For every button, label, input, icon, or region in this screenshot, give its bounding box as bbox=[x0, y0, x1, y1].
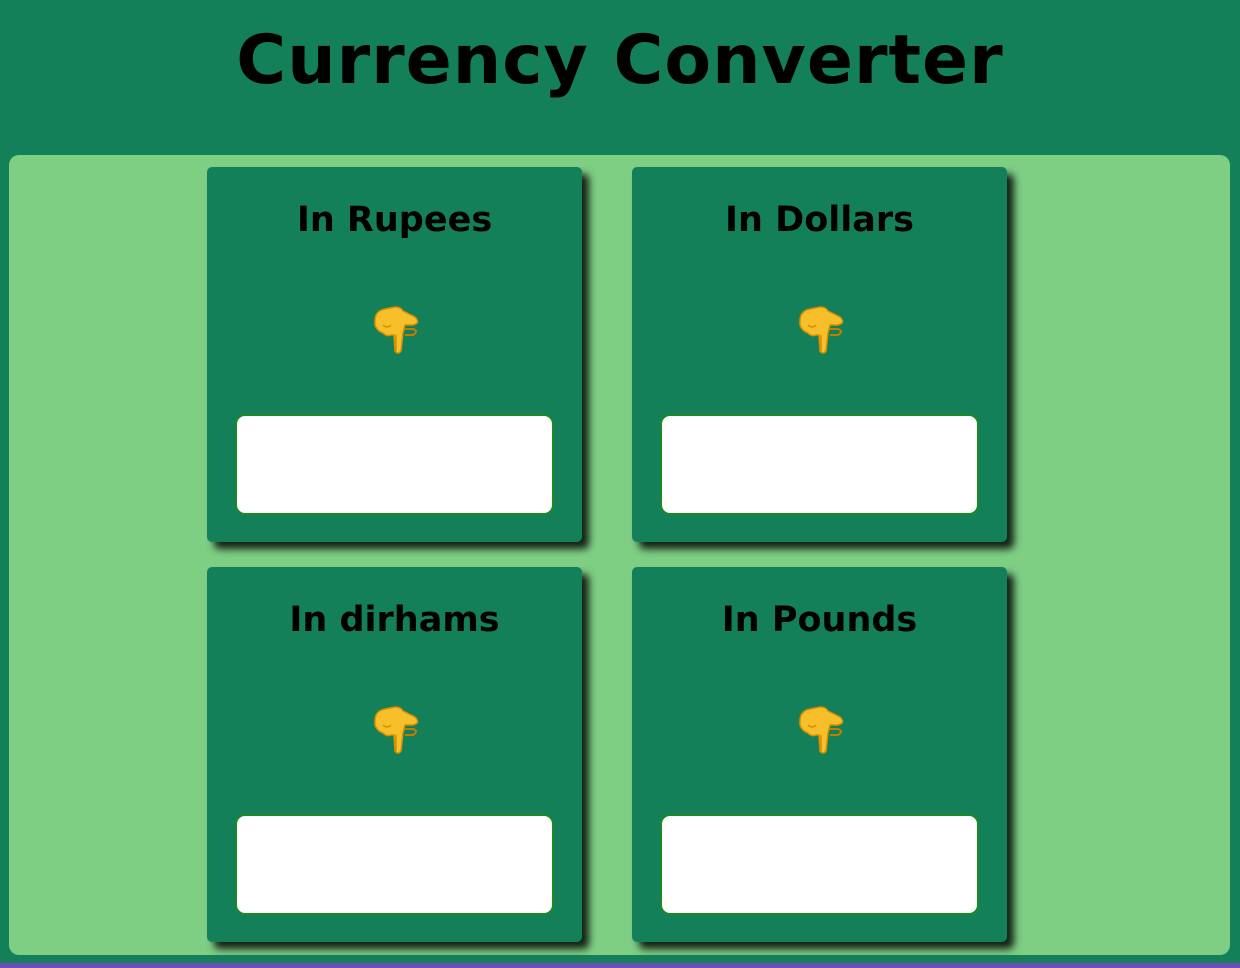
card-title-rupees: In Rupees bbox=[296, 200, 493, 240]
card-title-pounds: In Pounds bbox=[721, 600, 918, 640]
dirhams-card: In dirhams bbox=[207, 567, 582, 942]
pounds-input[interactable] bbox=[660, 814, 979, 915]
rupees-card: In Rupees bbox=[207, 167, 582, 542]
dirhams-input[interactable] bbox=[235, 814, 554, 915]
pointing-hand-icon bbox=[790, 295, 850, 355]
card-title-dollars: In Dollars bbox=[725, 200, 914, 240]
app-header: Currency Converter bbox=[0, 0, 1240, 155]
card-title-dirhams: In dirhams bbox=[289, 600, 500, 640]
pointing-hand-icon bbox=[365, 295, 425, 355]
dollars-card: In Dollars bbox=[632, 167, 1007, 542]
rupees-input[interactable] bbox=[235, 414, 554, 515]
app-title: Currency Converter bbox=[236, 21, 1004, 100]
pointing-hand-icon bbox=[790, 695, 850, 755]
pounds-card: In Pounds bbox=[632, 567, 1007, 942]
dollars-input[interactable] bbox=[660, 414, 979, 515]
pointing-hand-icon bbox=[365, 695, 425, 755]
converter-panel: In Rupees In Dollars In dirhams In Pound… bbox=[9, 155, 1230, 955]
bottom-strip bbox=[0, 963, 1240, 968]
